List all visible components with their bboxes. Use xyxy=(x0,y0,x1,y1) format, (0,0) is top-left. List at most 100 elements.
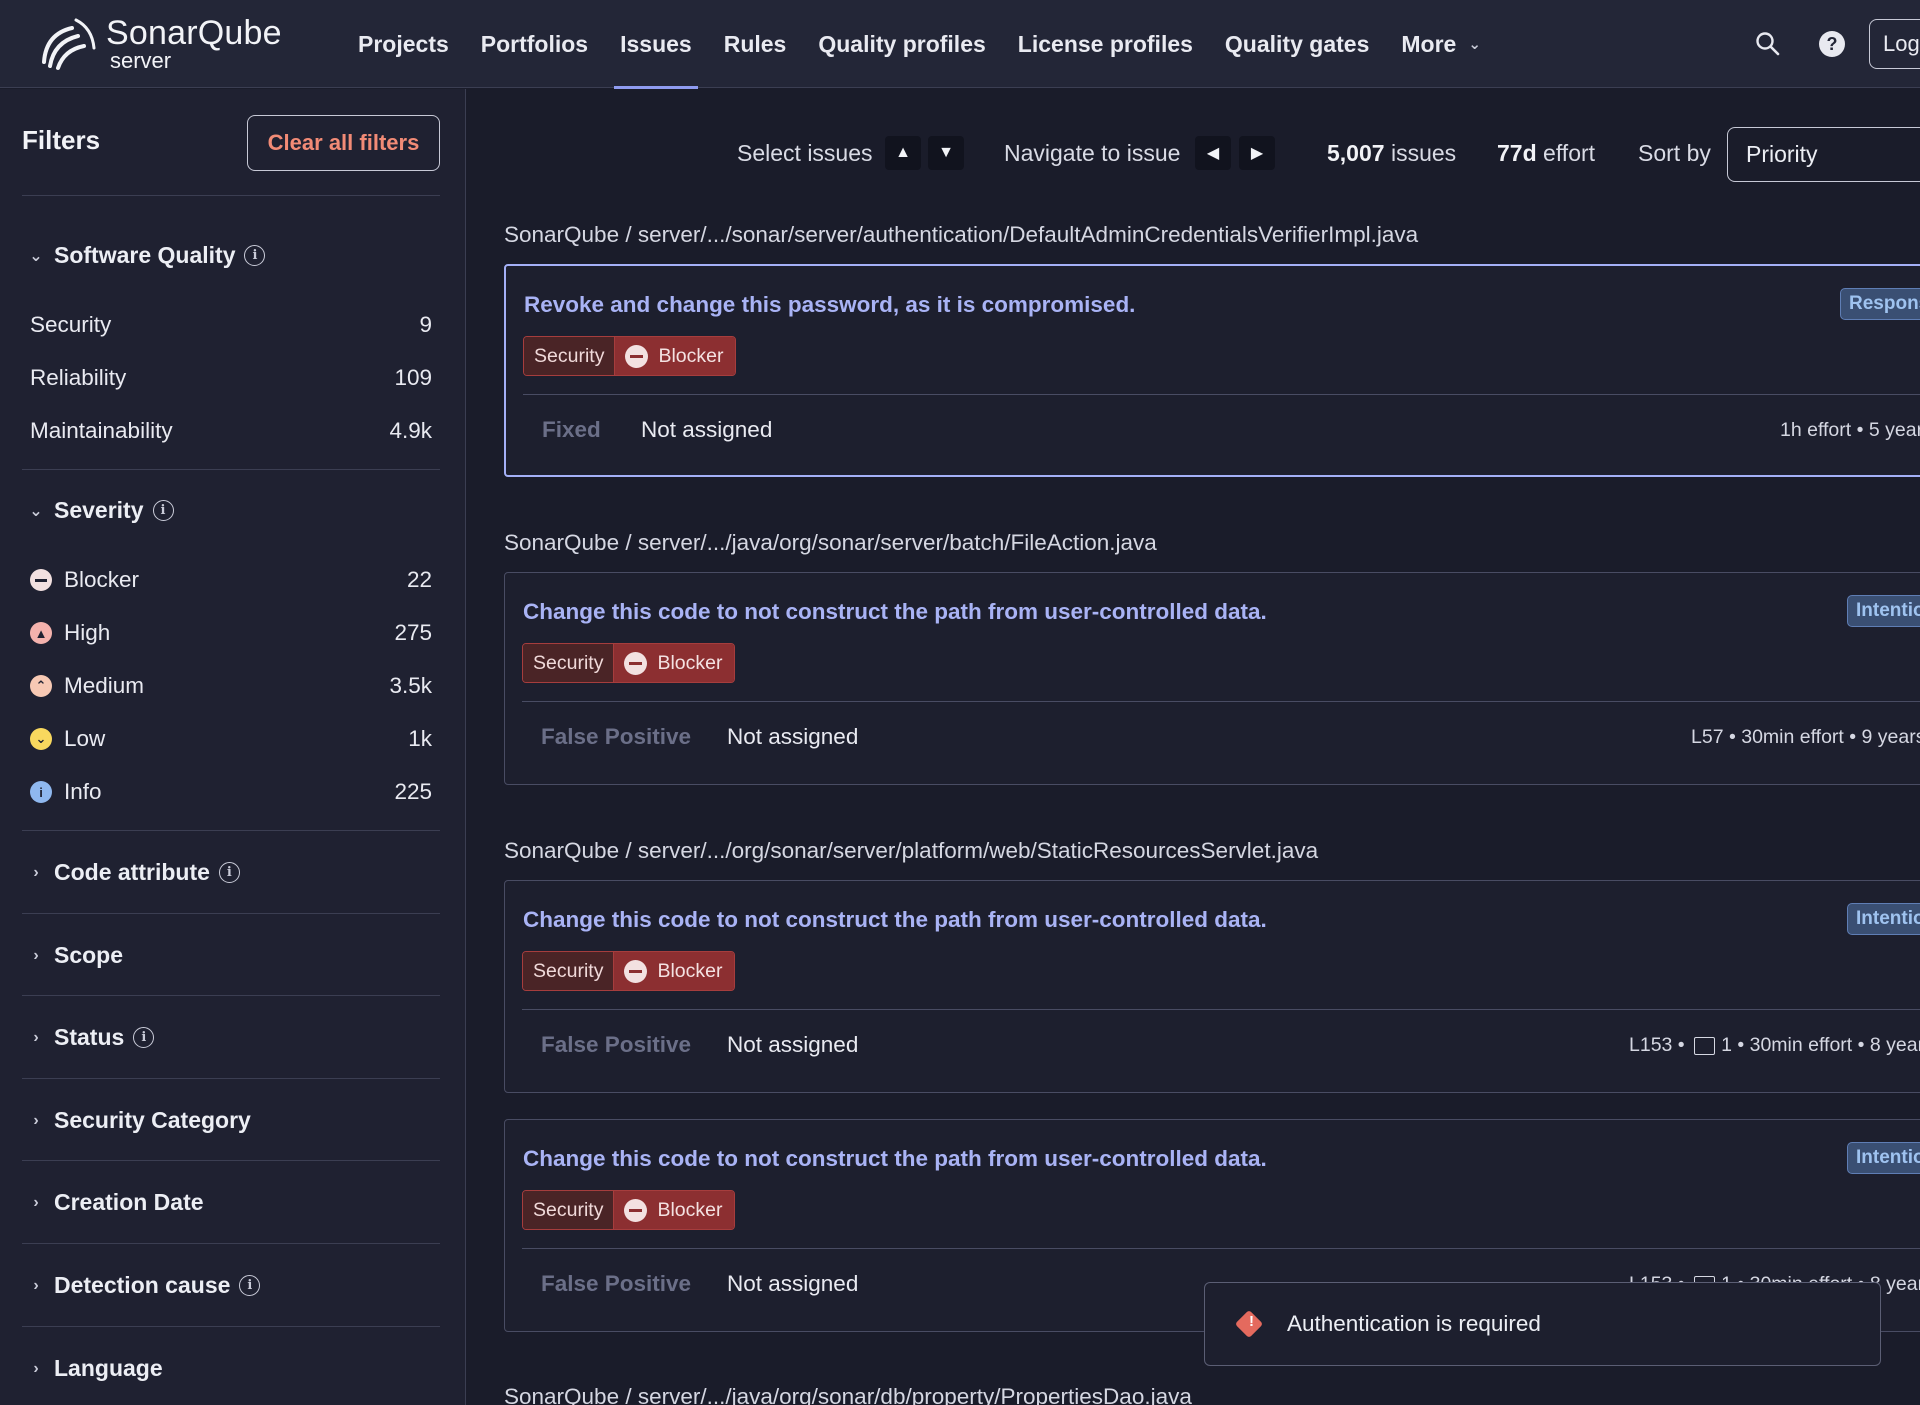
info-icon[interactable]: i xyxy=(133,1027,155,1048)
nav-license-profiles[interactable]: License profiles xyxy=(1002,0,1209,88)
high-severity-icon: ▲ xyxy=(30,622,52,644)
facet-count: 109 xyxy=(394,365,432,390)
top-navigation-bar: SonarQube server Projects Portfolios Iss… xyxy=(0,0,1920,89)
clean-code-attribute-tag: Intentionali xyxy=(1847,903,1920,935)
issue-assignee[interactable]: Not assigned xyxy=(727,1271,858,1297)
chevron-down-icon: ⌄ xyxy=(1468,36,1481,53)
error-toast: Authentication is required xyxy=(1204,1282,1881,1366)
issue-meta: 1h effort • 5 years a xyxy=(1780,419,1920,441)
facet-severity[interactable]: ⌄ Severity i xyxy=(26,497,174,524)
clear-all-filters-button[interactable]: Clear all filters xyxy=(247,115,440,171)
facet-item-security[interactable]: Security 9 xyxy=(30,312,432,338)
blocker-icon xyxy=(624,959,648,983)
nav-rules[interactable]: Rules xyxy=(708,0,803,88)
nav-more-label: More xyxy=(1401,30,1457,57)
login-button[interactable]: Log xyxy=(1869,19,1920,69)
search-icon[interactable] xyxy=(1752,28,1784,60)
info-icon[interactable]: i xyxy=(239,1275,261,1296)
divider xyxy=(22,1078,440,1079)
impact-severity: Blocker xyxy=(657,959,723,982)
issue-title[interactable]: Revoke and change this password, as it i… xyxy=(524,292,1135,318)
facet-language[interactable]: › Language xyxy=(26,1355,162,1382)
file-path[interactable]: SonarQube / server/.../org/sonar/server/… xyxy=(504,838,1318,864)
arrow-up-icon[interactable]: ▲ xyxy=(885,136,921,170)
info-icon[interactable]: i xyxy=(244,245,266,266)
info-severity-icon: i xyxy=(30,781,52,803)
blocker-icon xyxy=(625,344,649,368)
divider xyxy=(523,394,1920,395)
impact-severity: Blocker xyxy=(657,1198,723,1221)
clean-code-attribute-tag: Responsibili xyxy=(1840,288,1920,320)
info-icon[interactable]: i xyxy=(152,500,174,521)
facet-count: 225 xyxy=(394,779,432,804)
info-icon[interactable]: i xyxy=(218,862,240,883)
filters-sidebar: Filters Clear all filters ⌄ Software Qua… xyxy=(0,89,466,1405)
issue-card[interactable]: Revoke and change this password, as it i… xyxy=(504,264,1920,477)
issue-card[interactable]: Change this code to not construct the pa… xyxy=(504,572,1920,785)
chevron-down-icon: ⌄ xyxy=(29,502,43,520)
arrow-right-icon[interactable]: ▶ xyxy=(1239,136,1275,170)
impact-badge[interactable]: Security Blocker xyxy=(523,336,737,376)
nav-quality-profiles[interactable]: Quality profiles xyxy=(802,0,1001,88)
divider xyxy=(22,1243,440,1244)
facet-status[interactable]: › Status i xyxy=(26,1024,155,1051)
facet-creation-date[interactable]: › Creation Date xyxy=(26,1189,203,1216)
arrow-left-icon[interactable]: ◀ xyxy=(1195,136,1231,170)
impact-badge[interactable]: Security Blocker xyxy=(522,643,736,683)
arrow-down-icon[interactable]: ▼ xyxy=(928,136,964,170)
issue-meta: L153 • 1 • 30min effort • 8 years a xyxy=(1629,1034,1920,1056)
divider xyxy=(22,995,440,996)
facet-item-blocker[interactable]: Blocker 22 xyxy=(30,567,432,593)
issue-assignee[interactable]: Not assigned xyxy=(727,1032,858,1058)
issue-title[interactable]: Change this code to not construct the pa… xyxy=(523,1146,1267,1172)
comment-icon[interactable] xyxy=(1694,1036,1716,1055)
issue-meta: L57 • 30min effort • 9 years a xyxy=(1691,726,1920,748)
issue-card[interactable]: Change this code to not construct the pa… xyxy=(504,880,1920,1093)
facet-item-reliability[interactable]: Reliability 109 xyxy=(30,365,432,391)
facet-code-attribute[interactable]: › Code attribute i xyxy=(26,859,240,886)
nav-more[interactable]: More ⌄ xyxy=(1385,0,1497,88)
facet-item-info[interactable]: i Info 225 xyxy=(30,779,432,805)
facet-security-category[interactable]: › Security Category xyxy=(26,1107,251,1134)
issue-title[interactable]: Change this code to not construct the pa… xyxy=(523,599,1267,625)
nav-portfolios[interactable]: Portfolios xyxy=(465,0,604,88)
facet-detection-cause[interactable]: › Detection cause i xyxy=(26,1272,261,1299)
impact-badge[interactable]: Security Blocker xyxy=(522,951,736,991)
help-icon[interactable]: ? xyxy=(1816,28,1848,60)
main-nav: Projects Portfolios Issues Rules Quality… xyxy=(342,0,1497,89)
impact-badge[interactable]: Security Blocker xyxy=(522,1190,736,1230)
sort-select[interactable]: Priority xyxy=(1727,127,1920,182)
issue-status[interactable]: False Positive xyxy=(541,1271,691,1297)
chevron-right-icon: › xyxy=(33,1359,39,1377)
chevron-right-icon: › xyxy=(33,1111,39,1129)
facet-item-low[interactable]: ⌄ Low 1k xyxy=(30,726,432,752)
issue-title[interactable]: Change this code to not construct the pa… xyxy=(523,907,1267,933)
file-path[interactable]: SonarQube / server/.../java/org/sonar/se… xyxy=(504,530,1157,556)
issue-status[interactable]: Fixed xyxy=(542,417,601,443)
facet-software-quality[interactable]: ⌄ Software Quality i xyxy=(26,242,266,269)
chevron-right-icon: › xyxy=(33,863,39,881)
chevron-down-icon: ⌄ xyxy=(29,247,43,265)
facet-item-maintainability[interactable]: Maintainability 4.9k xyxy=(30,418,432,444)
impact-quality: Security xyxy=(524,337,616,375)
sonarqube-logo[interactable]: SonarQube server xyxy=(38,14,282,74)
file-path[interactable]: SonarQube / server/.../java/org/sonar/db… xyxy=(504,1384,1192,1405)
nav-issues[interactable]: Issues xyxy=(604,0,708,89)
facet-item-high[interactable]: ▲ High 275 xyxy=(30,620,432,646)
facet-scope[interactable]: › Scope xyxy=(26,942,123,969)
issue-assignee[interactable]: Not assigned xyxy=(641,417,772,443)
file-path[interactable]: SonarQube / server/.../sonar/server/auth… xyxy=(504,222,1418,248)
issue-status[interactable]: False Positive xyxy=(541,724,691,750)
nav-projects[interactable]: Projects xyxy=(342,0,465,88)
issues-count: 5,007 issues xyxy=(1327,140,1457,166)
sort-by-label: Sort by xyxy=(1638,140,1711,166)
chevron-right-icon: › xyxy=(33,1193,39,1211)
facet-item-medium[interactable]: ⌃ Medium 3.5k xyxy=(30,673,432,699)
sonarqube-logo-icon xyxy=(42,18,96,70)
issue-assignee[interactable]: Not assigned xyxy=(727,724,858,750)
facet-count: 22 xyxy=(406,567,432,592)
issue-status[interactable]: False Positive xyxy=(541,1032,691,1058)
blocker-severity-icon xyxy=(30,569,52,591)
facet-count: 1k xyxy=(408,726,432,751)
nav-quality-gates[interactable]: Quality gates xyxy=(1209,0,1385,88)
